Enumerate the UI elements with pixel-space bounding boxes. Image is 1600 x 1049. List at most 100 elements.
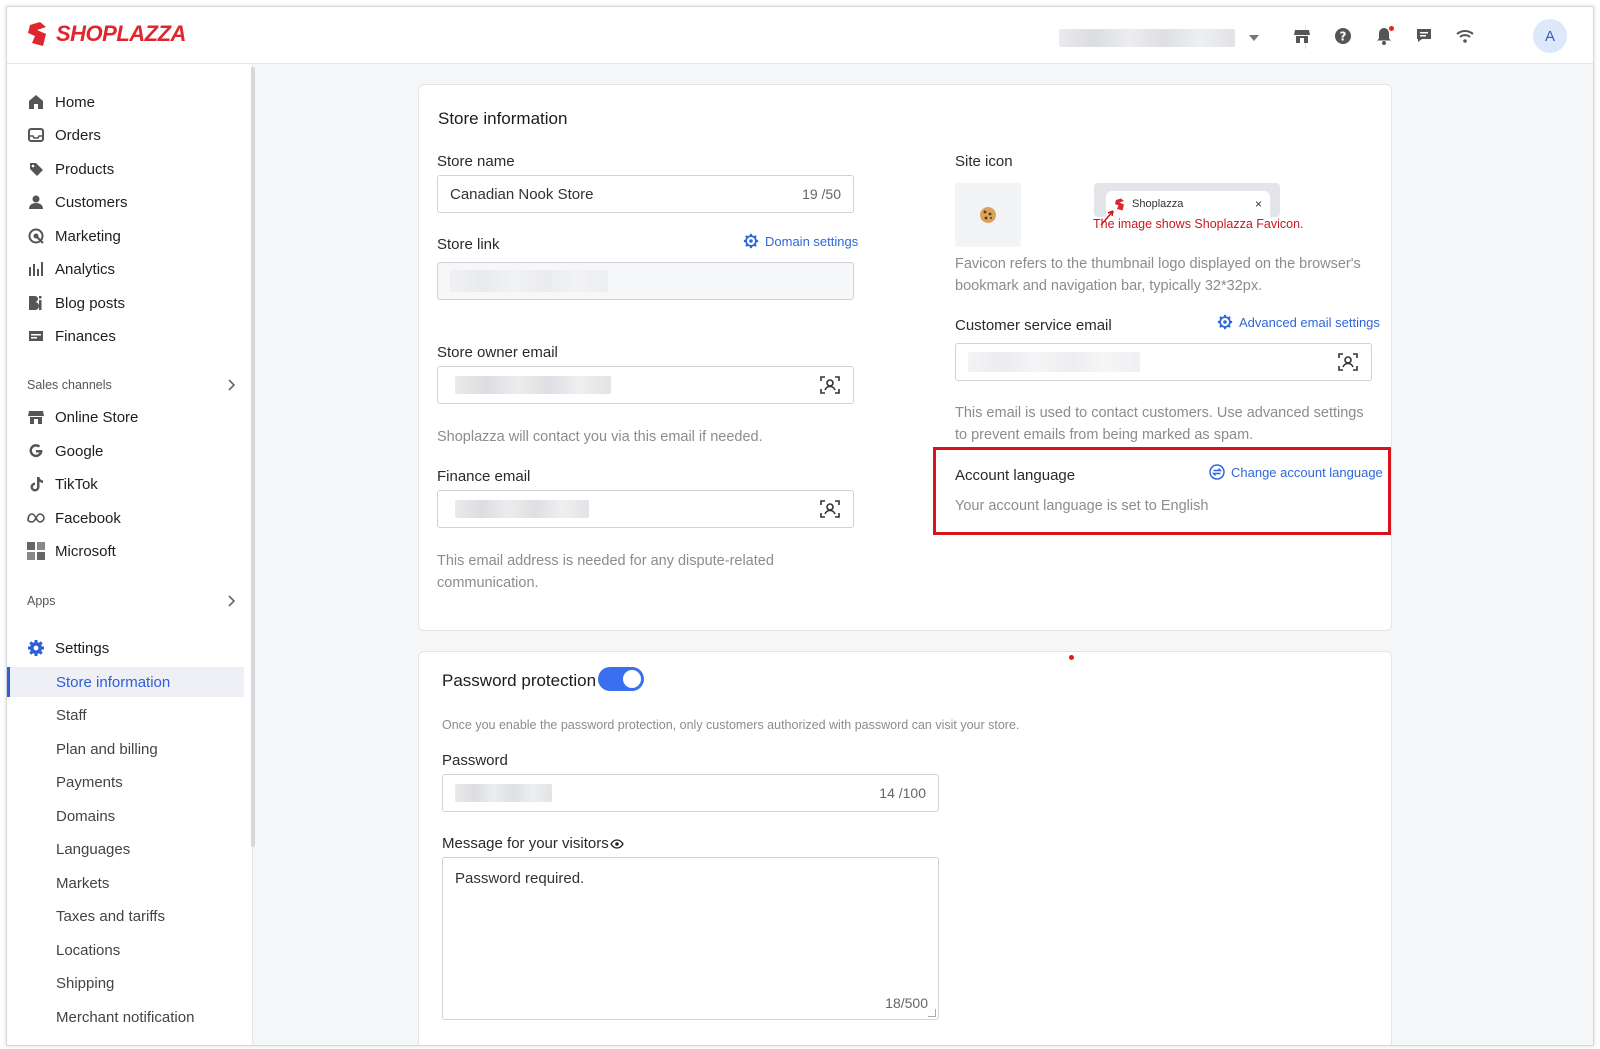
online-store-icon <box>27 408 45 426</box>
password-help: Once you enable the password protection,… <box>442 718 1020 732</box>
chat-icon[interactable] <box>1412 24 1436 48</box>
highlight-box <box>933 447 1391 535</box>
password-redacted <box>455 784 552 802</box>
sidebar-item-microsoft[interactable]: Microsoft <box>7 536 247 566</box>
store-name-value: Canadian Nook Store <box>450 185 594 203</box>
change-account-language-link[interactable]: Change account language <box>1209 464 1383 480</box>
store-name-redacted <box>1059 29 1235 47</box>
password-label: Password <box>442 752 508 769</box>
finance-email-input[interactable] <box>437 490 854 528</box>
sidebar-scrollbar[interactable] <box>251 67 255 847</box>
sidebar-item-blog-posts[interactable]: Blog posts <box>7 288 247 318</box>
wifi-icon[interactable] <box>1453 24 1477 48</box>
google-icon <box>27 442 45 460</box>
char-counter: 18/500 <box>885 995 928 1011</box>
sidebar-item-orders[interactable]: Orders <box>7 120 247 150</box>
owner-email-redacted <box>455 376 611 394</box>
gear-icon <box>1217 314 1233 330</box>
advanced-email-settings-link[interactable]: Advanced email settings <box>1217 314 1380 330</box>
svg-text:?: ? <box>1340 30 1347 44</box>
store-link-redacted <box>450 270 608 292</box>
cookie-icon <box>980 207 996 223</box>
tiktok-icon <box>27 475 45 493</box>
sidebar-sub-staff[interactable]: Staff <box>7 700 244 730</box>
char-counter: 14 /100 <box>879 785 926 801</box>
owner-email-input[interactable] <box>437 366 854 404</box>
sidebar-item-label: Microsoft <box>55 542 116 560</box>
finance-email-redacted <box>455 500 589 518</box>
sidebar-sub-markets[interactable]: Markets <box>7 868 244 898</box>
store-name-input[interactable]: Canadian Nook Store 19 /50 <box>437 175 854 213</box>
card-title: Store information <box>438 109 568 128</box>
cs-email-label: Customer service email <box>955 317 1112 334</box>
gear-icon <box>743 233 759 249</box>
brand-name: SHOPLAZZA <box>56 21 186 46</box>
sidebar-item-label: Facebook <box>55 509 121 527</box>
sidebar-item-facebook[interactable]: Facebook <box>7 503 247 533</box>
link-label: Advanced email settings <box>1239 314 1380 330</box>
online-store-icon[interactable] <box>1290 24 1314 48</box>
domain-settings-link[interactable]: Domain settings <box>743 233 858 249</box>
sidebar-item-label: Home <box>55 93 96 111</box>
sidebar-sub-plan-and-billing[interactable]: Plan and billing <box>7 734 244 764</box>
eye-icon[interactable] <box>609 838 624 849</box>
favicon-annotation: The image shows Shoplazza Favicon. <box>1093 217 1304 231</box>
sidebar-sub-shipping[interactable]: Shipping <box>7 968 244 998</box>
resize-handle[interactable] <box>928 1009 936 1017</box>
customers-icon <box>27 193 45 211</box>
sidebar-sub-store-information[interactable]: Store information <box>7 667 244 697</box>
cs-email-redacted <box>968 352 1140 372</box>
sidebar-item-marketing[interactable]: Marketing <box>7 221 247 251</box>
cs-email-help: This email is used to contact customers.… <box>955 405 1364 443</box>
chevron-down-icon <box>1249 35 1259 41</box>
cs-email-input[interactable] <box>955 343 1372 381</box>
card-title: Password protection <box>442 671 597 690</box>
store-link-input[interactable] <box>437 262 854 300</box>
sidebar-item-tiktok[interactable]: TikTok <box>7 469 247 499</box>
sidebar-item-label: Customers <box>55 193 128 211</box>
finance-email-label: Finance email <box>437 468 531 485</box>
sidebar-item-finances[interactable]: Finances <box>7 321 247 351</box>
sidebar-sub-locations[interactable]: Locations <box>7 935 244 965</box>
contact-scan-icon[interactable] <box>819 374 841 396</box>
home-icon <box>27 93 45 111</box>
sidebar-sub-domains[interactable]: Domains <box>7 801 244 831</box>
products-icon <box>27 160 45 178</box>
link-label: Change account language <box>1231 464 1383 480</box>
gear-icon <box>27 639 45 657</box>
tab-title: Shoplazza <box>1132 198 1184 210</box>
sidebar-item-customers[interactable]: Customers <box>7 187 247 217</box>
sales-channels-header[interactable]: Sales channels <box>27 378 237 392</box>
account-language-text: Your account language is set to English <box>955 498 1209 514</box>
help-icon[interactable]: ? <box>1331 24 1355 48</box>
sidebar-sub-languages[interactable]: Languages <box>7 834 244 864</box>
sidebar-item-google[interactable]: Google <box>7 436 247 466</box>
avatar[interactable]: A <box>1533 19 1567 53</box>
sidebar-sub-payments[interactable]: Payments <box>7 767 244 797</box>
sidebar-sub-taxes-and-tariffs[interactable]: Taxes and tariffs <box>7 901 244 931</box>
message-value: Password required. <box>455 870 585 887</box>
shoplazza-logo[interactable]: SHOPLAZZA <box>26 21 186 47</box>
microsoft-icon <box>27 542 45 560</box>
sidebar-sub-merchant-notification[interactable]: Merchant notification <box>7 1002 244 1032</box>
contact-scan-icon[interactable] <box>1337 351 1359 373</box>
orders-icon <box>27 126 45 144</box>
visitor-message-textarea[interactable]: Password required. 18/500 <box>442 857 939 1020</box>
favicon-preview[interactable] <box>955 183 1021 247</box>
sidebar-item-label: Online Store <box>55 408 139 426</box>
apps-header[interactable]: Apps <box>27 594 237 608</box>
owner-email-label: Store owner email <box>437 344 558 361</box>
sidebar-item-home[interactable]: Home <box>7 87 247 117</box>
password-input[interactable]: 14 /100 <box>442 774 939 812</box>
sidebar-item-label: Finances <box>55 327 116 345</box>
password-protection-toggle[interactable] <box>598 667 644 691</box>
sidebar-item-products[interactable]: Products <box>7 154 247 184</box>
sidebar-item-online-store[interactable]: Online Store <box>7 402 247 432</box>
sidebar-item-settings[interactable]: Settings <box>7 633 247 663</box>
char-counter: 19 /50 <box>802 186 841 202</box>
owner-email-help: Shoplazza will contact you via this emai… <box>437 429 763 445</box>
contact-scan-icon[interactable] <box>819 498 841 520</box>
store-selector[interactable] <box>1059 28 1269 48</box>
sidebar-item-analytics[interactable]: Analytics <box>7 254 247 284</box>
finance-email-help: This email address is needed for any dis… <box>437 553 774 591</box>
